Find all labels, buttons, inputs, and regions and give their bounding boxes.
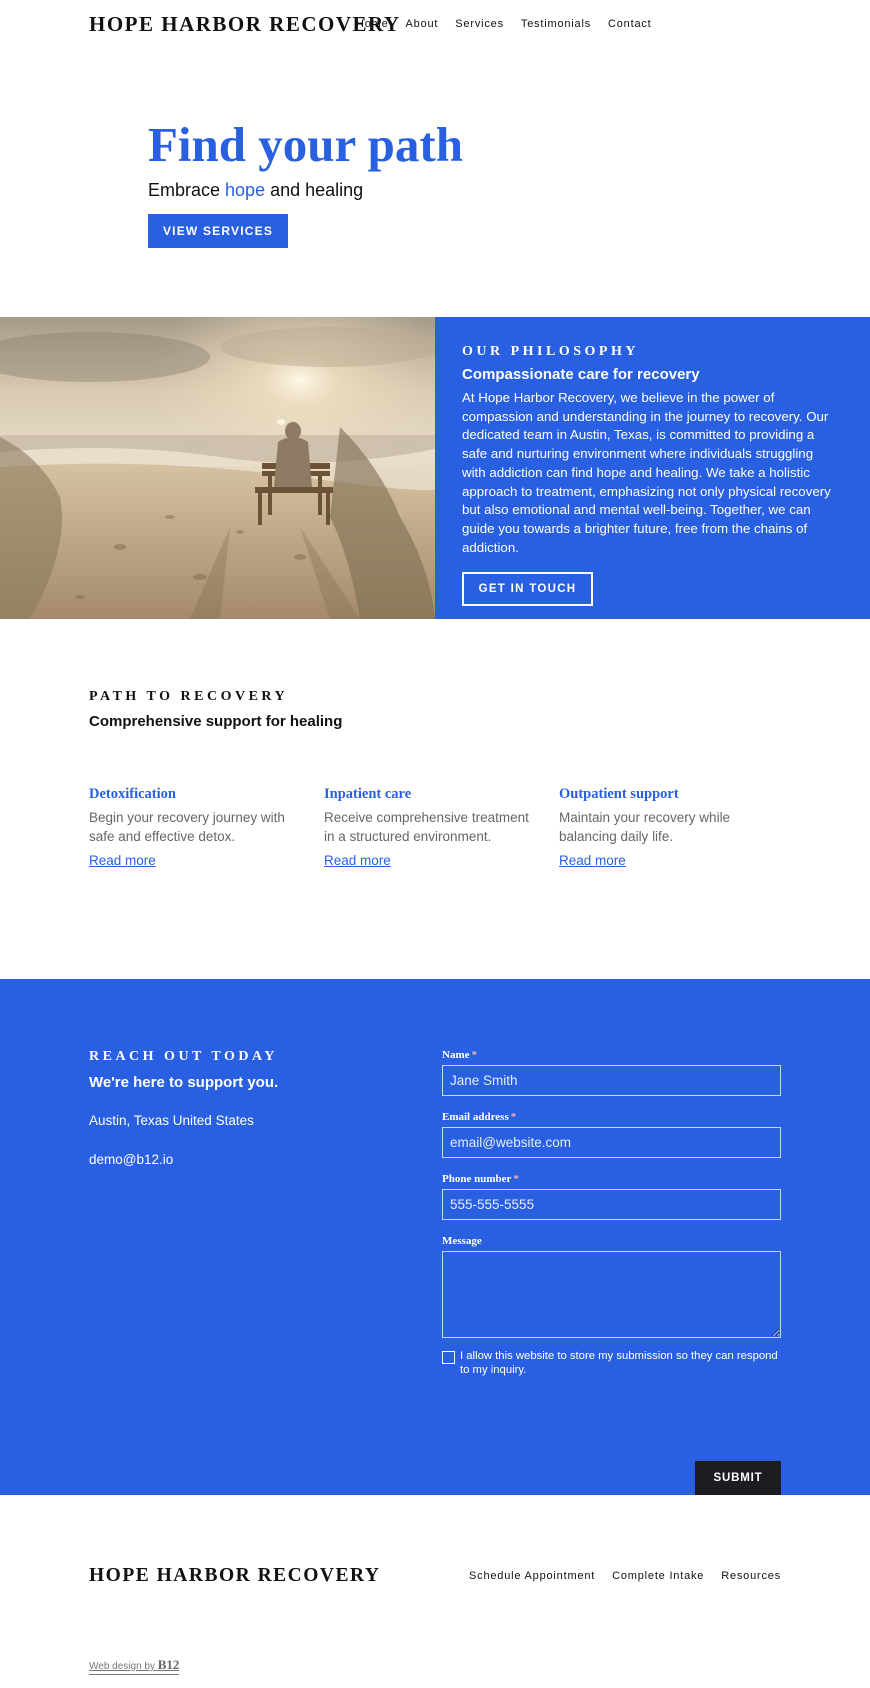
phone-input[interactable]	[442, 1189, 781, 1220]
site-header: HOPE HARBOR RECOVERY Home About Services…	[0, 0, 870, 50]
services-heading: Comprehensive support for healing	[89, 713, 343, 730]
email-input[interactable]	[442, 1127, 781, 1158]
service-title: Inpatient care	[324, 786, 412, 802]
service-read-more-link[interactable]: Read more	[324, 853, 391, 868]
service-description: Begin your recovery journey with safe an…	[89, 810, 285, 844]
beach-scene-illustration	[0, 317, 435, 619]
name-input[interactable]	[442, 1065, 781, 1096]
footer-logo[interactable]: HOPE HARBOR RECOVERY	[89, 1565, 381, 1587]
footer-nav: Schedule Appointment Complete Intake Res…	[469, 1570, 781, 1582]
contact-address: Austin, Texas United States	[89, 1113, 254, 1128]
nav-testimonials[interactable]: Testimonials	[521, 18, 591, 30]
site-logo[interactable]: HOPE HARBOR RECOVERY	[89, 12, 401, 37]
hero-title: Find your path	[148, 117, 463, 172]
hero-subtitle: Embrace hope and healing	[148, 180, 363, 201]
hero-subtitle-highlight: hope	[225, 180, 266, 200]
web-design-credit-link[interactable]: Web design by B12	[89, 1657, 180, 1675]
services-eyebrow: PATH TO RECOVERY	[89, 689, 289, 704]
service-description: Receive comprehensive treatment in a str…	[324, 810, 529, 844]
message-label: Message	[442, 1235, 482, 1247]
contact-section: REACH OUT TODAY We're here to support yo…	[0, 979, 870, 1495]
b12-logo: B12	[157, 1657, 180, 1672]
hero-subtitle-start: Embrace	[148, 180, 226, 200]
name-label: Name *	[442, 1049, 781, 1061]
required-marker: *	[510, 1111, 517, 1123]
philosophy-panel: OUR PHILOSOPHY Compassionate care for re…	[435, 317, 870, 619]
contact-email[interactable]: demo@b12.io	[89, 1152, 173, 1167]
view-services-button[interactable]: VIEW SERVICES	[148, 214, 288, 248]
service-card: Outpatient support Maintain your recover…	[559, 786, 774, 870]
service-card: Inpatient care Receive comprehensive tre…	[324, 786, 539, 870]
philosophy-eyebrow: OUR PHILOSOPHY	[462, 344, 639, 359]
name-label-text: Name	[442, 1049, 470, 1061]
consent-text: I allow this website to store my submiss…	[460, 1350, 778, 1376]
philosophy-section: OUR PHILOSOPHY Compassionate care for re…	[0, 317, 870, 619]
consent-checkbox[interactable]	[442, 1351, 455, 1364]
philosophy-heading: Compassionate care for recovery	[462, 366, 700, 383]
email-label: Email address *	[442, 1111, 781, 1123]
contact-eyebrow: REACH OUT TODAY	[89, 1049, 278, 1064]
required-marker: *	[471, 1049, 478, 1061]
contact-heading: We're here to support you.	[89, 1074, 279, 1091]
nav-services[interactable]: Services	[455, 18, 504, 30]
main-nav: Home About Services Testimonials Contact	[356, 18, 652, 30]
service-title: Outpatient support	[559, 786, 679, 802]
service-description: Maintain your recovery while balancing d…	[559, 810, 731, 844]
service-read-more-link[interactable]: Read more	[559, 853, 626, 868]
message-textarea[interactable]	[442, 1251, 781, 1338]
nav-home[interactable]: Home	[356, 18, 389, 30]
footer-link-resources[interactable]: Resources	[721, 1570, 781, 1582]
service-read-more-link[interactable]: Read more	[89, 853, 156, 868]
get-in-touch-button[interactable]: GET IN TOUCH	[462, 572, 593, 607]
beach-bench-image	[0, 317, 435, 619]
service-title: Detoxification	[89, 786, 176, 802]
consent-row: I allow this website to store my submiss…	[442, 1349, 781, 1377]
philosophy-body: At Hope Harbor Recovery, we believe in t…	[462, 390, 831, 555]
submit-button[interactable]: SUBMIT	[695, 1461, 781, 1495]
phone-label-text: Phone number	[442, 1173, 512, 1185]
email-label-text: Email address	[442, 1111, 509, 1123]
phone-label: Phone number *	[442, 1173, 781, 1185]
hero-subtitle-end: and healing	[265, 180, 364, 200]
contact-form: Name* Email address* Phone number* Messa…	[442, 1049, 781, 1495]
nav-about[interactable]: About	[406, 18, 439, 30]
nav-contact[interactable]: Contact	[608, 18, 652, 30]
footer-link-intake[interactable]: Complete Intake	[612, 1570, 704, 1582]
service-card: Detoxification Begin your recovery journ…	[89, 786, 304, 870]
required-marker: *	[513, 1173, 519, 1185]
footer-link-schedule[interactable]: Schedule Appointment	[469, 1570, 595, 1582]
credit-prefix: Web design by	[89, 1661, 155, 1672]
